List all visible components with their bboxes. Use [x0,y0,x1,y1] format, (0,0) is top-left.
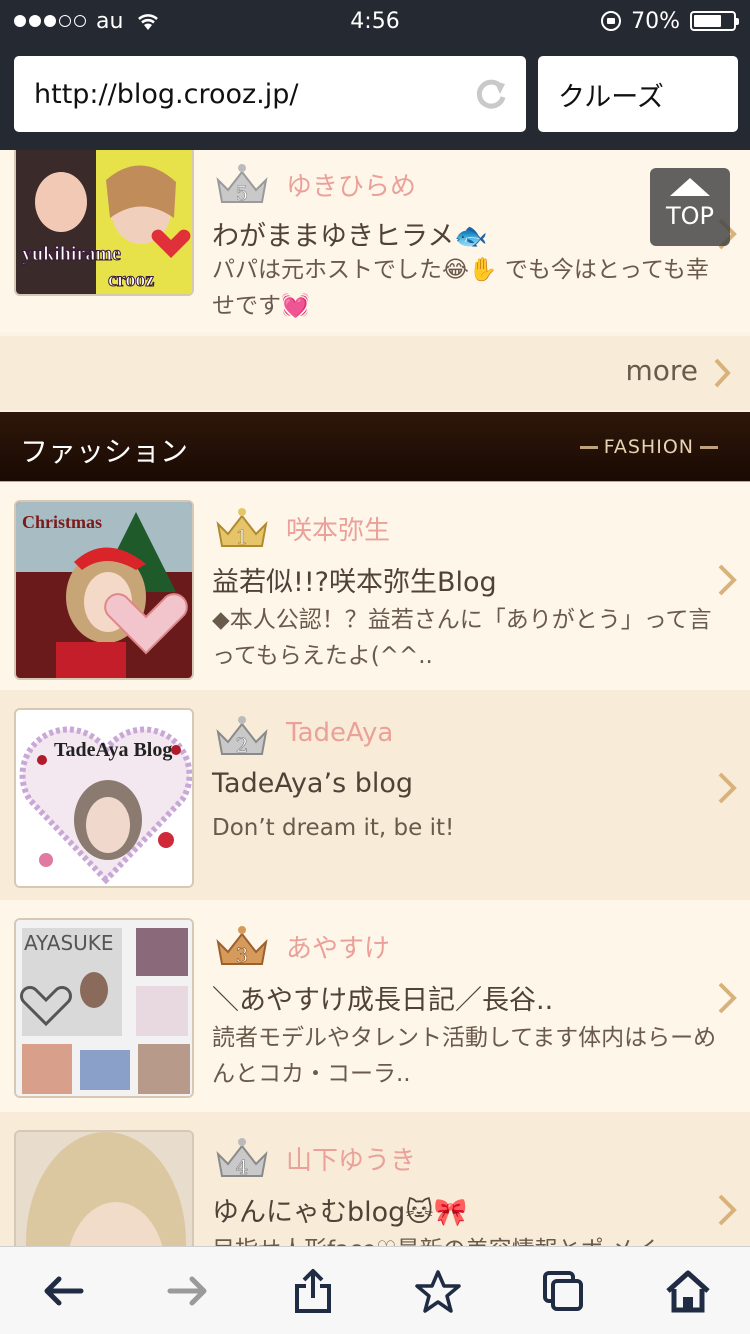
chevron-right-icon [714,358,731,388]
blog-description: 読者モデルやタレント活動してます体内はらーめんとコカ・コーラ.. [212,1025,717,1087]
page-content: yukihirame crooz 5 ゆきひらめ わがままゆきヒラメ🐟 パパは元… [0,150,750,1246]
svg-text:AYASUKE: AYASUKE [24,931,114,955]
blog-entry-rank-1[interactable]: Christmas 1 咲本弥生 益若似!!?咲本弥生Blog ◆本人公認！？益… [0,482,750,690]
chevron-right-icon [718,982,737,1014]
reload-icon[interactable] [474,77,508,111]
up-arrow-icon [670,178,710,196]
section-header-fashion: ファッション FASHION [0,412,750,484]
author-name: TadeAya [286,718,394,748]
blog-title: TadeAya’s blog [212,768,414,799]
svg-text:2: 2 [236,733,249,757]
author-name: ゆきひらめ [286,172,417,202]
wifi-icon [137,12,159,30]
forward-arrow-icon[interactable] [158,1261,218,1321]
crown-rank-icon: 4 [216,1138,268,1179]
blog-title: ゆんにゃむblog🐱🎀 [212,1197,468,1228]
svg-text:crooz: crooz [108,269,154,291]
tabs-icon[interactable] [533,1261,593,1321]
author-name: あやすけ [286,934,391,964]
address-bar[interactable]: http://blog.crooz.jp/ [14,56,526,132]
scroll-to-top-button[interactable]: TOP [650,168,730,246]
section-title: ファッション [20,435,189,468]
bookmark-star-icon[interactable] [408,1261,468,1321]
browser-toolbar [0,1246,750,1334]
chevron-right-icon [718,1194,737,1226]
blog-thumbnail: TadeAya Blog [14,708,194,888]
svg-text:5: 5 [236,181,249,205]
author-name: 咲本弥生 [286,516,391,546]
blog-entry-rank-5[interactable]: yukihirame crooz 5 ゆきひらめ わがままゆきヒラメ🐟 パパは元… [0,150,750,332]
blog-description: 目指せ人形face♡最新の美容情報とポ.メイ.. [212,1232,722,1246]
author-name: 山下ゆうき [286,1146,417,1176]
svg-text:TadeAya Blog: TadeAya Blog [54,739,172,761]
blog-description: パパは元ホストでした😂✋ でも今はとっても幸せです💓 [212,257,709,319]
crown-rank-gold-icon: 1 [216,508,268,549]
search-text: クルーズ [558,81,664,113]
blog-entry-rank-2[interactable]: TadeAya Blog 2 TadeAya TadeAya’s blog Do… [0,690,750,900]
blog-description: ◆本人公認！？益若さんに「ありがとう」って言ってもらえたよ(^^.. [212,607,712,669]
signal-strength-icon [14,15,86,27]
carrier-label: au [96,8,124,34]
rotation-lock-icon [601,11,622,31]
blog-entry-rank-4[interactable]: 4 山下ゆうき ゆんにゃむblog🐱🎀 目指せ人形face♡最新の美容情報とポ.… [0,1112,750,1246]
chevron-right-icon [718,564,737,596]
blog-thumbnail: Christmas [14,500,194,680]
crown-rank-bronze-icon: 3 [216,926,268,967]
crown-rank-icon: 5 [216,164,268,205]
blog-thumbnail [14,1130,194,1246]
blog-entry-rank-3[interactable]: AYASUKE 3 あやすけ ＼あやすけ成長日記／長谷.. 読者モデルやタレント… [0,900,750,1112]
more-link[interactable]: more [625,354,698,387]
browser-chrome: au 4:56 70% http://blog.crooz.jp/ クルーズ [0,0,750,150]
url-text: http://blog.crooz.jp/ [34,78,299,110]
blog-title: わがままゆきヒラメ🐟 [212,221,488,252]
blog-description: Don’t dream it, be it! [212,815,455,841]
top-label: TOP [665,202,715,230]
svg-text:1: 1 [236,525,249,549]
chevron-right-icon [718,772,737,804]
blog-title: 益若似!!?咲本弥生Blog [212,567,497,598]
battery-icon [690,11,739,31]
svg-text:yukihirame: yukihirame [22,243,121,265]
home-icon[interactable] [658,1261,718,1321]
blog-thumbnail: yukihirame crooz [14,150,194,296]
blog-thumbnail: AYASUKE [14,918,194,1098]
search-field[interactable]: クルーズ [538,56,738,132]
crown-rank-silver-icon: 2 [216,716,268,757]
svg-text:Christmas: Christmas [22,512,102,532]
section-subtitle: FASHION [574,436,724,458]
status-bar: au 4:56 70% [0,0,750,42]
more-link-row[interactable]: more [0,336,750,410]
share-icon[interactable] [283,1261,343,1321]
back-arrow-icon[interactable] [33,1261,93,1321]
battery-percentage: 70% [631,8,680,34]
svg-text:3: 3 [236,943,249,967]
svg-text:4: 4 [236,1155,249,1179]
blog-title: ＼あやすけ成長日記／長谷.. [212,985,554,1016]
